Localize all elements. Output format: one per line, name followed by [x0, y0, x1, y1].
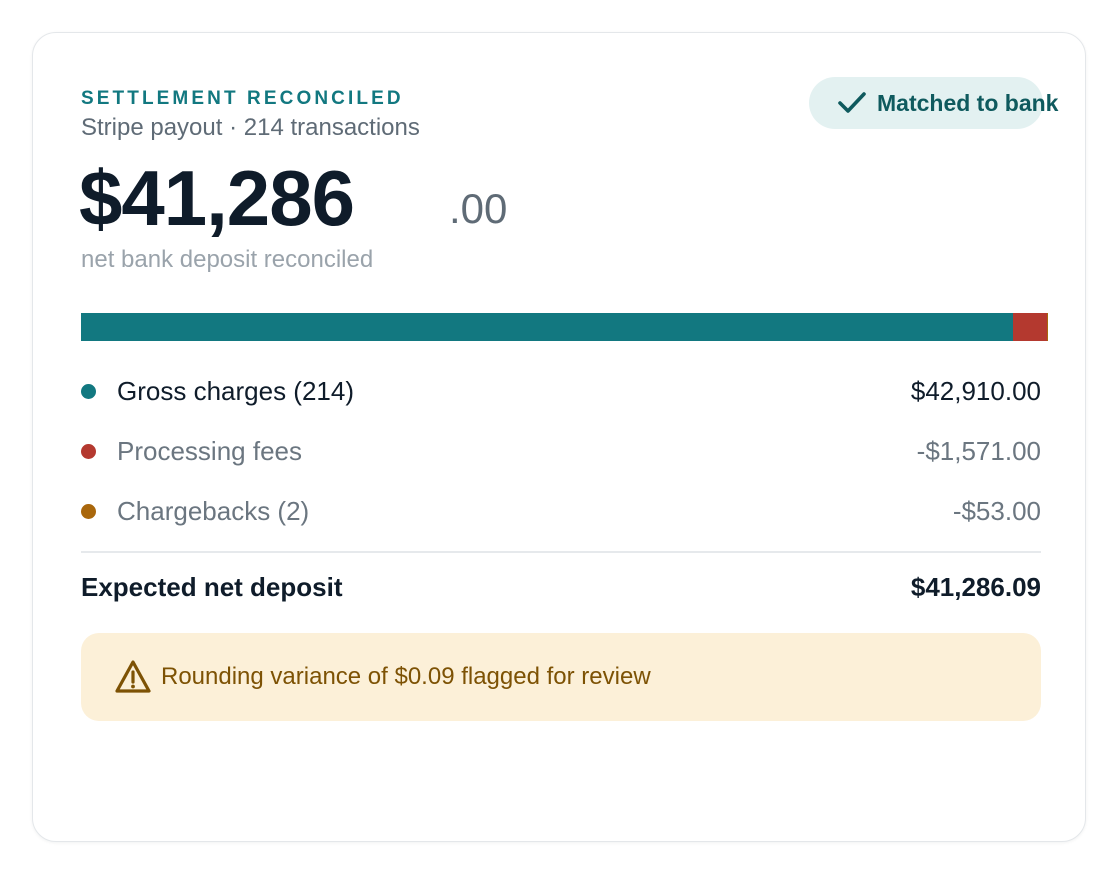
settlement-card: SETTLEMENT RECONCILED Stripe payout · 21… — [32, 32, 1086, 842]
check-icon — [838, 92, 866, 113]
total-divider — [81, 551, 1041, 553]
payout-subtitle: Stripe payout · 214 transactions — [81, 114, 420, 141]
net-amount-caption: net bank deposit reconciled — [81, 246, 374, 273]
breakdown-bar — [81, 313, 1048, 341]
net-amount-cents: .00 — [449, 185, 508, 232]
processing-fees-dot — [81, 444, 96, 459]
status-eyebrow: SETTLEMENT RECONCILED — [81, 88, 404, 109]
line-label: Chargebacks (2) — [117, 496, 310, 526]
variance-alert: Rounding variance of $0.09 flagged for r… — [81, 633, 1041, 721]
line-processing-fees: Processing fees -$1,571.00 — [81, 435, 1041, 467]
badge-label: Matched to bank — [877, 90, 1059, 116]
line-label: Processing fees — [117, 436, 302, 466]
total-label: Expected net deposit — [81, 572, 343, 602]
chargebacks-dot — [81, 504, 96, 519]
alert-text: Rounding variance of $0.09 flagged for r… — [161, 663, 651, 690]
line-value: -$53.00 — [952, 496, 1041, 526]
line-label: Gross charges (214) — [117, 376, 354, 406]
line-value: -$1,571.00 — [916, 436, 1041, 466]
bar-segment-processing-fees — [1012, 313, 1047, 341]
matched-badge: Matched to bank — [809, 77, 1058, 129]
net-amount: $41,286 — [79, 154, 355, 242]
line-value: $42,910.00 — [910, 376, 1041, 406]
warning-icon — [115, 660, 151, 693]
line-chargebacks: Chargebacks (2) -$53.00 — [81, 495, 1041, 527]
gross-charges-dot — [81, 384, 96, 399]
bar-segment-chargebacks — [1046, 313, 1048, 341]
bar-segment-gross-charges — [81, 313, 1013, 341]
total-value: $41,286.09 — [910, 572, 1041, 602]
total-row: Expected net deposit $41,286.09 — [81, 571, 1041, 603]
line-gross-charges: Gross charges (214) $42,910.00 — [81, 375, 1041, 407]
